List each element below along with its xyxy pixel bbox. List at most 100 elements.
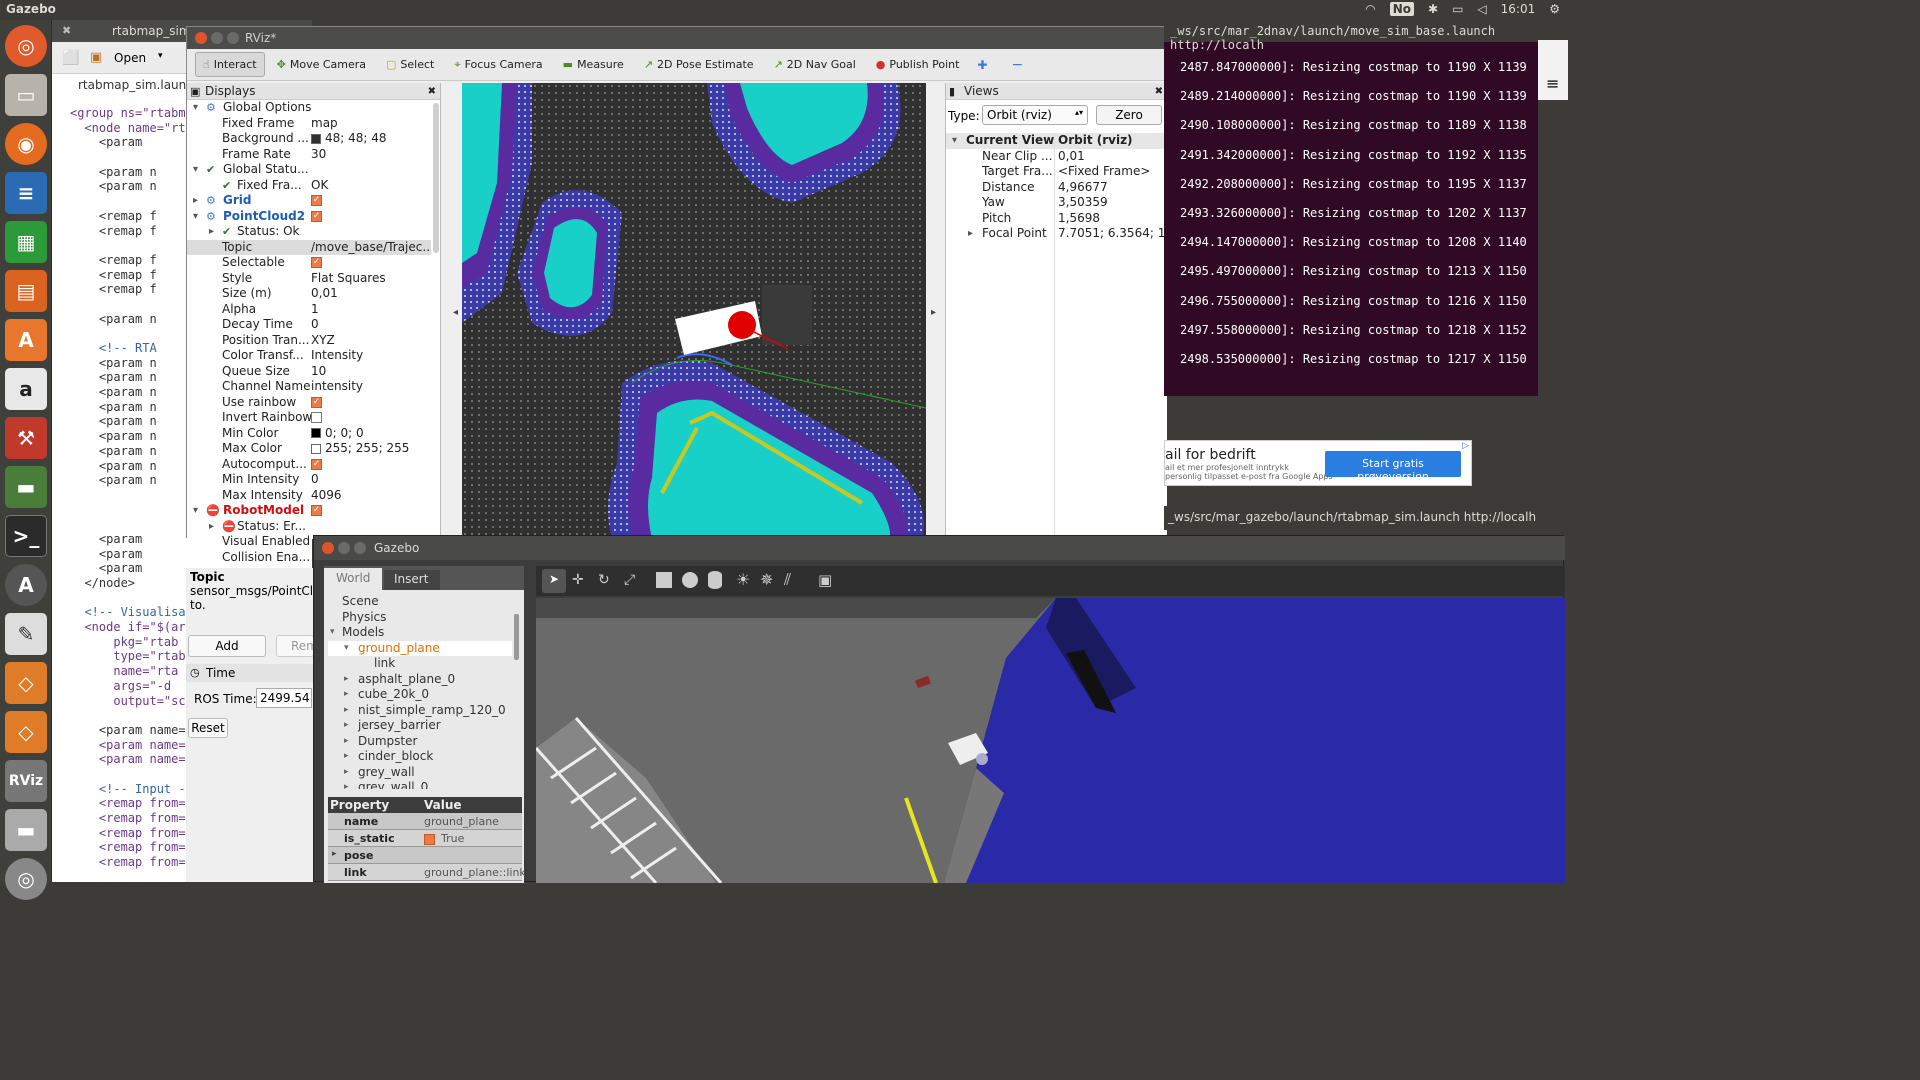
checkbox[interactable]: ✓	[311, 458, 322, 470]
tree-arrow-icon[interactable]: ▸	[344, 687, 349, 703]
display-value[interactable]: 0; 0; 0	[311, 426, 364, 442]
display-row[interactable]: ✔ Fixed Fra... OK	[187, 178, 431, 194]
adchoices-icon[interactable]: ▷	[1462, 441, 1469, 451]
terminal-icon[interactable]: >_	[5, 515, 47, 557]
updater-icon[interactable]: A	[5, 564, 47, 606]
display-value[interactable]: OK	[311, 178, 328, 194]
gazebo-minimize-button[interactable]	[338, 542, 350, 554]
display-row[interactable]: Decay Time 0	[187, 317, 431, 333]
display-value[interactable]: 255; 255; 255	[311, 441, 409, 457]
display-value[interactable]: ✓	[311, 193, 322, 209]
world-tree-item[interactable]: ▸ grey_wall	[328, 765, 512, 781]
add-tool-icon[interactable]: ✚	[977, 58, 987, 72]
view-value[interactable]: <Fixed Frame>	[1058, 164, 1150, 180]
open-button[interactable]: Open	[114, 51, 146, 65]
display-value[interactable]: 48; 48; 48	[311, 131, 387, 147]
screenshot-icon[interactable]: ▣	[818, 571, 832, 589]
view-type-select[interactable]: Orbit (rviz) ▴▾	[982, 105, 1088, 125]
display-row[interactable]: ▾ ⚙ PointCloud2 ✓	[187, 209, 431, 225]
left-collapse-arrow[interactable]: ◂	[453, 307, 458, 318]
right-collapse-arrow[interactable]: ▸	[931, 307, 936, 318]
view-value[interactable]: 1,5698	[1058, 211, 1100, 227]
view-value[interactable]: Orbit (rviz)	[1058, 133, 1133, 149]
property-row[interactable]: link ground_plane::link	[328, 864, 526, 881]
display-value[interactable]	[311, 410, 322, 426]
select-mode-icon[interactable]: ➤	[542, 569, 566, 593]
volume-icon[interactable]: ◁	[1477, 2, 1486, 16]
display-row[interactable]: ▾ ⚙ Global Options	[187, 100, 431, 116]
gazebo-launcher-icon[interactable]: ◇	[5, 662, 47, 704]
display-value[interactable]: 1	[311, 302, 319, 318]
expand-arrow-icon[interactable]: ▸	[968, 226, 973, 242]
gazebo-3d-viewport[interactable]	[536, 598, 1565, 883]
display-row[interactable]: Use rainbow ✓	[187, 395, 431, 411]
expand-arrow-icon[interactable]: ▸	[209, 519, 214, 535]
view-property-row[interactable]: Near Clip ... 0,01	[946, 149, 1168, 165]
view-property-row[interactable]: ▾ Current View Orbit (rviz)	[946, 133, 1168, 149]
expand-arrow-icon[interactable]: ▸	[332, 849, 337, 859]
display-value[interactable]: Flat Squares	[311, 271, 386, 287]
world-tree-item[interactable]: Physics	[328, 610, 512, 626]
display-row[interactable]: Max Intensity 4096	[187, 488, 431, 504]
world-tree-item[interactable]: ▾ Models	[328, 625, 512, 641]
tool-2d-nav-goal[interactable]: ↗ 2D Nav Goal	[766, 52, 864, 77]
gazebo-launcher-icon-2[interactable]: ◇	[5, 711, 47, 753]
property-value[interactable]: ground_plane::link	[424, 866, 526, 879]
display-row[interactable]: ▸ ⛔ Status: Er...	[187, 519, 431, 535]
gear-icon[interactable]: ⚙	[1549, 2, 1560, 16]
rviz-icon[interactable]: RViz	[5, 760, 47, 802]
display-value[interactable]: ✓	[311, 255, 322, 271]
rviz-3d-viewport[interactable]	[462, 83, 926, 539]
displays-close-icon[interactable]: ✖	[428, 83, 436, 100]
tab-insert[interactable]: Insert	[384, 570, 440, 590]
gazebo-maximize-button[interactable]	[354, 542, 366, 554]
expand-arrow-icon[interactable]: ▾	[193, 209, 198, 225]
display-value[interactable]: Intensity	[311, 348, 363, 364]
property-row[interactable]: ▸ pose	[328, 847, 522, 864]
world-tree-item[interactable]: ▸ grey_wall_0	[328, 780, 512, 789]
menu-icon[interactable]: ≡	[1546, 74, 1559, 93]
tree-arrow-icon[interactable]: ▸	[344, 703, 349, 719]
world-tree-item[interactable]: ▾ ground_plane	[328, 640, 512, 656]
wifi-icon[interactable]: ◠	[1365, 2, 1375, 16]
new-file-icon[interactable]: ⬜	[62, 50, 79, 66]
tree-arrow-icon[interactable]: ▸	[344, 749, 349, 765]
display-row[interactable]: Min Color 0; 0; 0	[187, 426, 431, 442]
property-row[interactable]: is_static True	[328, 830, 522, 847]
displays-scrollbar[interactable]	[433, 103, 439, 253]
hardware-icon[interactable]: ▬	[5, 466, 47, 508]
tool-focus-camera[interactable]: ⌖ Focus Camera	[446, 52, 550, 78]
expand-arrow-icon[interactable]: ▾	[193, 100, 198, 116]
editor-close-icon[interactable]: ✖	[62, 24, 71, 37]
ad-banner[interactable]: ail for bedrift ail et mer profesjonelt …	[1164, 440, 1472, 486]
view-property-row[interactable]: Distance 4,96677	[946, 180, 1168, 196]
display-value[interactable]: ✓	[311, 209, 322, 225]
impress-icon[interactable]: ▤	[5, 270, 47, 312]
ros-time-field[interactable]: 2499.54	[256, 688, 312, 708]
view-property-row[interactable]: Yaw 3,50359	[946, 195, 1168, 211]
checkbox[interactable]: ✓	[311, 195, 322, 206]
display-row[interactable]: Style Flat Squares	[187, 271, 431, 287]
editor-tab[interactable]: rtabmap_sim.launch	[78, 78, 200, 92]
view-value[interactable]: 3,50359	[1058, 195, 1108, 211]
display-row[interactable]: Background ... 48; 48; 48	[187, 131, 431, 147]
files-icon[interactable]: ▭	[5, 74, 47, 116]
gazebo-close-button[interactable]	[322, 542, 334, 554]
property-value[interactable]: ground_plane	[424, 815, 499, 828]
firefox-icon[interactable]: ◉	[5, 123, 47, 165]
text-editor-icon[interactable]: ✎	[5, 613, 47, 655]
display-value[interactable]: ✓	[311, 457, 322, 473]
world-tree-item[interactable]: link	[328, 656, 512, 672]
view-property-row[interactable]: ▸ Focal Point 7.7051; 6.3564; 1...	[946, 226, 1177, 242]
display-row[interactable]: ▸ ⚙ Grid ✓	[187, 193, 431, 209]
world-tree-item[interactable]: Scene	[328, 594, 512, 610]
view-value[interactable]: 7.7051; 6.3564; 1...	[1058, 226, 1177, 242]
checkbox[interactable]	[311, 412, 322, 423]
ad-cta-button[interactable]: Start gratis prøveversjon	[1325, 451, 1461, 483]
world-tree-item[interactable]: ▸ nist_simple_ramp_120_0	[328, 703, 512, 719]
tree-arrow-icon[interactable]: ▸	[344, 734, 349, 750]
display-value[interactable]: 30	[311, 147, 326, 163]
display-row[interactable]: Max Color 255; 255; 255	[187, 441, 431, 457]
display-value[interactable]: ✓	[311, 395, 322, 411]
display-row[interactable]: Size (m) 0,01	[187, 286, 431, 302]
